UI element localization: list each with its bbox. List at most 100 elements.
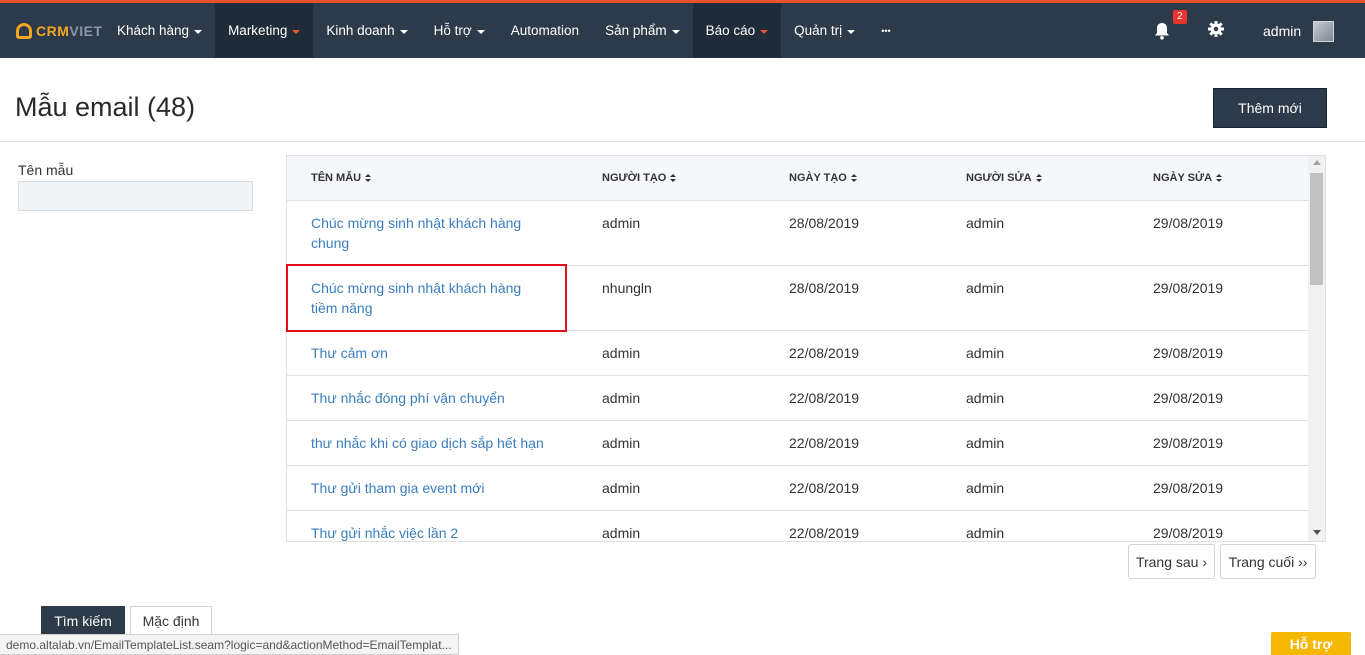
template-name-link[interactable]: thư nhắc khi có giao dịch sắp hết hạn xyxy=(311,433,581,453)
user-menu-name[interactable]: admin xyxy=(1263,23,1301,39)
column-header-editor[interactable]: NGƯỜI SỬA xyxy=(966,172,1042,184)
gear-icon[interactable] xyxy=(1207,20,1225,38)
nav-item-label: Quản trị xyxy=(794,23,843,38)
creator-cell: admin xyxy=(602,480,641,496)
nav-item-quan-tri[interactable]: Quản trị xyxy=(781,3,868,58)
logo-icon xyxy=(16,23,32,39)
column-header-label: TÊN MẪU xyxy=(311,172,362,184)
creator-cell: admin xyxy=(602,345,641,361)
more-icon: ••• xyxy=(881,25,891,36)
sort-icon xyxy=(670,173,677,183)
avatar[interactable] xyxy=(1313,21,1334,42)
edited-date-cell: 29/08/2019 xyxy=(1153,215,1224,231)
nav-item-khach-hang[interactable]: Khách hàng xyxy=(104,3,215,58)
created-date-cell: 22/08/2019 xyxy=(789,345,860,361)
template-name-label: Tên mẫu xyxy=(18,162,74,178)
edited-date-cell: 29/08/2019 xyxy=(1153,435,1224,451)
sort-icon xyxy=(850,173,857,183)
editor-cell: admin xyxy=(966,280,1005,296)
created-date-cell: 28/08/2019 xyxy=(789,280,860,296)
created-date-cell: 28/08/2019 xyxy=(789,215,860,231)
logo-text-primary: CRM xyxy=(36,23,70,39)
template-name-link[interactable]: Thư gửi tham gia event mới xyxy=(311,478,551,498)
sort-icon xyxy=(1035,173,1042,183)
scroll-down-arrow-icon[interactable] xyxy=(1313,530,1321,535)
add-new-button[interactable]: Thêm mới xyxy=(1213,88,1327,128)
nav-item-more[interactable]: ••• xyxy=(868,3,903,58)
table-row[interactable]: Chúc mừng sinh nhật khách hàng tiềm năng… xyxy=(287,266,1308,331)
template-name-link[interactable]: Chúc mừng sinh nhật khách hàng chung xyxy=(311,213,551,253)
notification-badge: 2 xyxy=(1173,10,1187,24)
header-divider xyxy=(0,141,1365,142)
template-name-link[interactable]: Thư cảm ơn xyxy=(311,343,551,363)
nav-item-label: Sản phẩm xyxy=(605,23,667,38)
nav-item-kinh-doanh[interactable]: Kinh doanh xyxy=(313,3,420,58)
column-header-created[interactable]: NGÀY TẠO xyxy=(789,172,857,184)
main-nav: Khách hàng Marketing Kinh doanh Hỗ trợ A… xyxy=(104,3,904,58)
column-header-name[interactable]: TÊN MẪU xyxy=(311,172,372,184)
sort-icon xyxy=(1216,173,1223,183)
logo-text-secondary: VIET xyxy=(69,23,103,39)
created-date-cell: 22/08/2019 xyxy=(789,525,860,541)
template-name-link[interactable]: Thư gửi nhắc việc lần 2 xyxy=(311,523,551,541)
scroll-up-arrow-icon[interactable] xyxy=(1313,160,1321,165)
edited-date-cell: 29/08/2019 xyxy=(1153,280,1224,296)
table-row[interactable]: thư nhắc khi có giao dịch sắp hết hạn ad… xyxy=(287,421,1308,466)
bell-icon[interactable] xyxy=(1153,21,1171,41)
nav-item-san-pham[interactable]: Sản phẩm xyxy=(592,3,693,58)
created-date-cell: 22/08/2019 xyxy=(789,390,860,406)
chevron-down-icon xyxy=(399,29,408,34)
search-button[interactable]: Tìm kiếm xyxy=(41,606,125,636)
creator-cell: admin xyxy=(602,435,641,451)
nav-item-label: Khách hàng xyxy=(117,23,190,38)
browser-status-bar: demo.altalab.vn/EmailTemplateList.seam?l… xyxy=(0,634,459,655)
creator-cell: admin xyxy=(602,215,641,231)
help-button[interactable]: Hỗ trợ xyxy=(1271,632,1351,655)
column-header-label: NGÀY SỬA xyxy=(1153,172,1213,184)
column-header-label: NGƯỜI SỬA xyxy=(966,172,1032,184)
table-row[interactable]: Thư nhắc đóng phí vận chuyển admin 22/08… xyxy=(287,376,1308,421)
nav-item-ho-tro[interactable]: Hỗ trợ xyxy=(421,3,498,58)
edited-date-cell: 29/08/2019 xyxy=(1153,345,1224,361)
chevron-down-icon xyxy=(194,29,203,34)
chevron-down-icon xyxy=(476,29,485,34)
chevron-down-icon xyxy=(847,29,856,34)
brand-logo[interactable]: CRM VIET xyxy=(16,20,103,42)
template-name-link[interactable]: Thư nhắc đóng phí vận chuyển xyxy=(311,388,571,408)
nav-item-automation[interactable]: Automation xyxy=(498,3,592,58)
table-row[interactable]: Thư gửi tham gia event mới admin 22/08/2… xyxy=(287,466,1308,511)
reset-default-button[interactable]: Mặc định xyxy=(130,606,212,636)
template-name-link[interactable]: Chúc mừng sinh nhật khách hàng tiềm năng xyxy=(311,278,551,318)
top-navbar: CRM VIET Khách hàng Marketing Kinh doanh… xyxy=(0,0,1365,58)
table-row[interactable]: Thư gửi nhắc việc lần 2 admin 22/08/2019… xyxy=(287,511,1308,541)
creator-cell: nhungln xyxy=(602,280,652,296)
editor-cell: admin xyxy=(966,390,1005,406)
nav-item-label: Kinh doanh xyxy=(326,23,395,38)
nav-item-bao-cao[interactable]: Báo cáo xyxy=(692,3,782,58)
table-row[interactable]: Chúc mừng sinh nhật khách hàng chung adm… xyxy=(287,201,1308,266)
table-header: TÊN MẪU NGƯỜI TẠO NGÀY TẠO NGƯỜI SỬA NGÀ… xyxy=(287,156,1308,201)
last-page-button[interactable]: Trang cuối ›› xyxy=(1220,544,1316,579)
editor-cell: admin xyxy=(966,480,1005,496)
sort-icon xyxy=(365,173,372,183)
chevron-down-icon xyxy=(760,29,769,34)
created-date-cell: 22/08/2019 xyxy=(789,435,860,451)
editor-cell: admin xyxy=(966,215,1005,231)
editor-cell: admin xyxy=(966,525,1005,541)
table-scrollbar[interactable] xyxy=(1308,156,1325,541)
scrollbar-thumb[interactable] xyxy=(1310,173,1323,285)
column-header-label: NGƯỜI TẠO xyxy=(602,172,667,184)
column-header-creator[interactable]: NGƯỜI TẠO xyxy=(602,172,677,184)
creator-cell: admin xyxy=(602,390,641,406)
nav-item-label: Marketing xyxy=(228,23,288,38)
template-name-input[interactable] xyxy=(18,181,253,211)
column-header-label: NGÀY TẠO xyxy=(789,172,847,184)
column-header-edited[interactable]: NGÀY SỬA xyxy=(1153,172,1223,184)
editor-cell: admin xyxy=(966,345,1005,361)
editor-cell: admin xyxy=(966,435,1005,451)
nav-item-label: Hỗ trợ xyxy=(433,23,472,38)
nav-item-marketing[interactable]: Marketing xyxy=(215,3,314,58)
next-page-button[interactable]: Trang sau › xyxy=(1128,544,1215,579)
edited-date-cell: 29/08/2019 xyxy=(1153,480,1224,496)
table-row[interactable]: Thư cảm ơn admin 22/08/2019 admin 29/08/… xyxy=(287,331,1308,376)
